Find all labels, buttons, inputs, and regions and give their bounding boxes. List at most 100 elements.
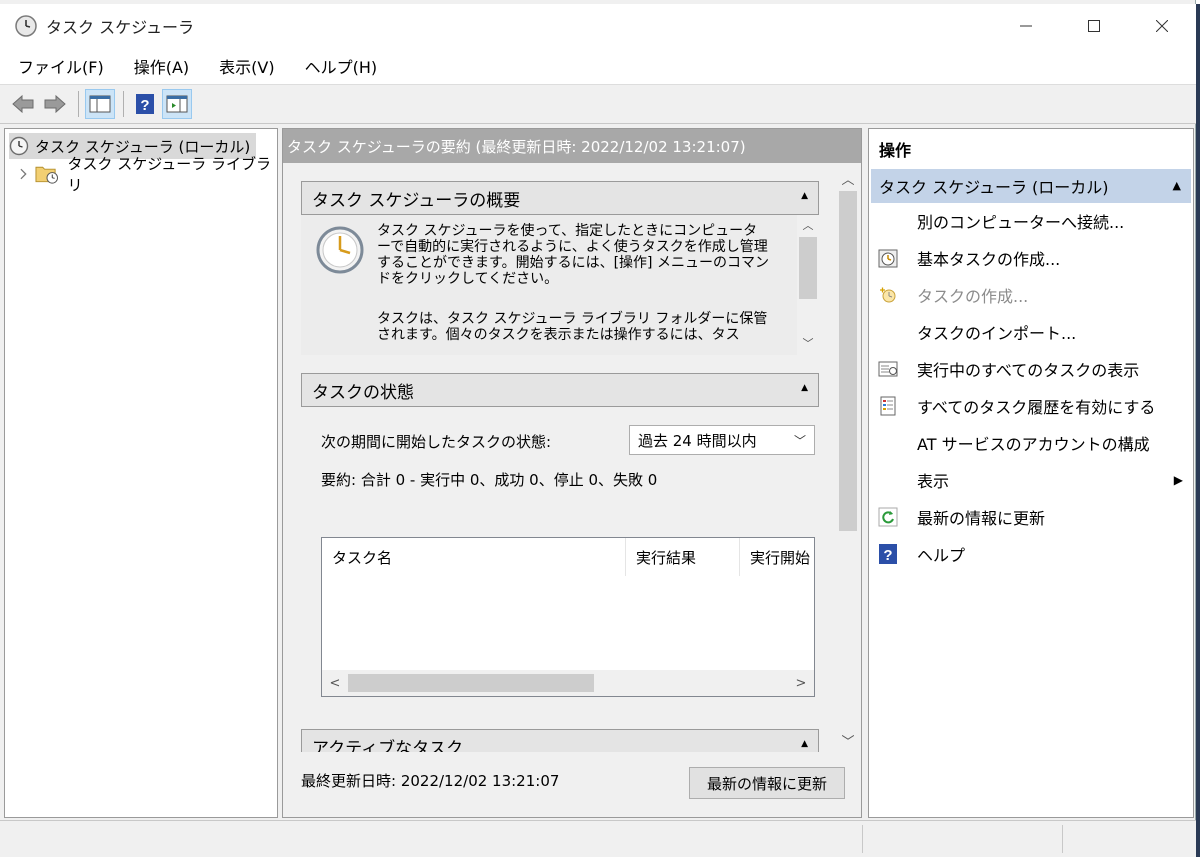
svg-text:?: ? — [140, 97, 149, 114]
active-tasks-section-title: アクティブなタスク — [312, 738, 464, 753]
submenu-arrow-icon: ▶ — [1173, 473, 1183, 487]
show-hide-action-pane-button[interactable] — [162, 89, 192, 119]
task-scheduler-window: タスク スケジューラ ファイル(F) 操作(A) 表示(V) ヘルプ(H) ? … — [0, 0, 1196, 857]
summary-header: タスク スケジューラの要約 (最終更新日時: 2022/12/02 13:21:… — [283, 129, 861, 163]
scroll-up-icon[interactable]: ︿ — [837, 167, 859, 189]
running-tasks-icon — [877, 358, 899, 380]
minimize-button[interactable] — [992, 4, 1060, 48]
title-bar[interactable]: タスク スケジューラ — [0, 4, 1196, 48]
task-status-section: タスクの状態 ▲ 次の期間に開始したタスクの状態: 過去 24 時間以内 ﹀ 要… — [301, 373, 819, 717]
action-label: ヘルプ — [917, 546, 966, 565]
action-enable-task-history[interactable]: すべてのタスク履歴を有効にする — [869, 388, 1193, 424]
action-label: タスクのインポート... — [917, 324, 1077, 343]
menu-view[interactable]: 表示(V) — [201, 54, 286, 78]
action-label: すべてのタスク履歴を有効にする — [917, 398, 1156, 417]
scroll-down-icon[interactable]: ﹀ — [837, 729, 859, 751]
folder-clock-icon — [35, 166, 58, 184]
last-updated-text: 最終更新日時: 2022/12/02 13:21:07 — [301, 772, 560, 790]
action-at-service-account[interactable]: AT サービスのアカウントの構成 — [869, 425, 1193, 461]
refresh-button[interactable]: 最新の情報に更新 — [689, 767, 845, 799]
scroll-up-icon[interactable]: ︿ — [797, 215, 819, 235]
menu-file[interactable]: ファイル(F) — [0, 54, 116, 78]
toolbar: ? — [0, 84, 1196, 124]
menu-action[interactable]: 操作(A) — [116, 54, 201, 78]
console-tree-pane: タスク スケジューラ (ローカル) タスク スケジューラ ライブラリ — [4, 128, 278, 818]
scroll-thumb[interactable] — [348, 674, 594, 692]
task-summary: 要約: 合計 0 - 実行中 0、成功 0、停止 0、失敗 0 — [321, 471, 658, 489]
overview-description: タスク スケジューラを使って、指定したときにコンピューターで自動的に実行されるよ… — [377, 223, 769, 355]
scroll-left-icon[interactable]: < — [324, 672, 346, 694]
arrow-right-icon — [44, 94, 66, 114]
overview-section-header[interactable]: タスク スケジューラの概要 ▲ — [301, 181, 819, 215]
scroll-down-icon[interactable]: ﹀ — [797, 333, 819, 353]
table-horizontal-scrollbar[interactable]: < > — [322, 670, 814, 696]
close-button[interactable] — [1128, 4, 1196, 48]
status-bar-divider — [862, 825, 863, 853]
clock-icon — [9, 136, 29, 156]
column-header-task-name[interactable]: タスク名 — [322, 538, 626, 576]
menu-help[interactable]: ヘルプ(H) — [287, 54, 390, 78]
overview-section: タスク スケジューラの概要 ▲ タスク スケジューラを使って、指定したときにコン… — [301, 181, 819, 355]
scroll-thumb[interactable] — [799, 237, 817, 299]
task-status-section-header[interactable]: タスクの状態 ▲ — [301, 373, 819, 407]
svg-text:?: ? — [883, 547, 892, 564]
overview-paragraph-1: タスク スケジューラを使って、指定したときにコンピューターで自動的に実行されるよ… — [377, 223, 769, 287]
forward-button[interactable] — [40, 89, 70, 119]
period-label: 次の期間に開始したタスクの状態: — [321, 433, 552, 451]
clock-icon — [15, 15, 37, 37]
column-header-result[interactable]: 実行結果 — [626, 538, 740, 576]
action-import-task[interactable]: タスクのインポート... — [869, 314, 1193, 350]
help-icon: ? — [877, 543, 899, 565]
action-create-task[interactable]: タスクの作成... — [869, 277, 1193, 313]
action-display-running-tasks[interactable]: 実行中のすべてのタスクの表示 — [869, 351, 1193, 387]
overview-paragraph-2: タスクは、タスク スケジューラ ライブラリ フォルダーに保管されます。個々のタス… — [377, 311, 768, 343]
action-connect-another-computer[interactable]: 別のコンピューターへ接続... — [869, 203, 1193, 239]
action-label: 最新の情報に更新 — [917, 509, 1046, 528]
overview-scrollbar[interactable]: ︿ ﹀ — [797, 215, 819, 355]
column-header-start[interactable]: 実行開始 — [740, 538, 816, 576]
back-button[interactable] — [8, 89, 38, 119]
help-icon: ? — [136, 94, 154, 114]
actions-pane: 操作 タスク スケジューラ (ローカル) ▲ 別のコンピューターへ接続... 基… — [868, 128, 1194, 818]
show-hide-console-tree-button[interactable] — [85, 89, 115, 119]
summary-pane: タスク スケジューラの要約 (最終更新日時: 2022/12/02 13:21:… — [282, 128, 862, 818]
toolbar-separator — [123, 91, 124, 117]
scroll-thumb[interactable] — [839, 191, 857, 531]
action-help[interactable]: ? ヘルプ — [869, 536, 1193, 572]
help-toolbar-button[interactable]: ? — [130, 89, 160, 119]
summary-vertical-scrollbar[interactable]: ︿ ﹀ — [837, 163, 859, 752]
actions-title: 操作 — [879, 141, 912, 160]
tree-node-task-scheduler-library[interactable]: タスク スケジューラ ライブラリ — [19, 155, 277, 194]
window-title: タスク スケジューラ — [46, 18, 194, 37]
collapse-caret-icon[interactable]: ▲ — [801, 191, 808, 201]
task-status-body: 次の期間に開始したタスクの状態: 過去 24 時間以内 ﹀ 要約: 合計 0 -… — [301, 407, 819, 717]
action-label: 別のコンピューターへ接続... — [917, 213, 1125, 232]
create-task-icon — [877, 284, 899, 306]
active-tasks-section: アクティブなタスク ▲ — [301, 729, 819, 752]
refresh-icon — [877, 506, 899, 528]
collapse-caret-icon[interactable]: ▲ — [801, 383, 808, 393]
action-label: タスクの作成... — [917, 287, 1029, 306]
maximize-button[interactable] — [1060, 4, 1128, 48]
action-refresh[interactable]: 最新の情報に更新 — [869, 499, 1193, 535]
task-status-table: タスク名 実行結果 実行開始 < > — [321, 537, 815, 697]
action-create-basic-task[interactable]: 基本タスクの作成... — [869, 240, 1193, 276]
clock-icon — [316, 226, 364, 274]
action-view-submenu[interactable]: 表示 ▶ — [869, 462, 1193, 498]
active-tasks-section-header[interactable]: アクティブなタスク ▲ — [301, 729, 819, 752]
chevron-right-icon[interactable] — [19, 168, 29, 180]
action-pane-icon — [166, 95, 188, 113]
collapse-caret-icon[interactable]: ▲ — [801, 739, 808, 749]
summary-footer: 最終更新日時: 2022/12/02 13:21:07 最新の情報に更新 — [283, 752, 861, 817]
tree-node-label: タスク スケジューラ ライブラリ — [67, 155, 272, 194]
basic-task-icon — [877, 247, 899, 269]
overview-body: タスク スケジューラを使って、指定したときにコンピューターで自動的に実行されるよ… — [301, 215, 819, 355]
period-select[interactable]: 過去 24 時間以内 ﹀ — [629, 425, 815, 455]
arrow-left-icon — [12, 94, 34, 114]
actions-group-header[interactable]: タスク スケジューラ (ローカル) ▲ — [871, 169, 1191, 203]
task-status-section-title: タスクの状態 — [312, 382, 414, 403]
scroll-right-icon[interactable]: > — [790, 672, 812, 694]
collapse-caret-icon[interactable]: ▲ — [1173, 179, 1181, 192]
action-label: 実行中のすべてのタスクの表示 — [917, 361, 1140, 380]
action-label: 基本タスクの作成... — [917, 250, 1061, 269]
